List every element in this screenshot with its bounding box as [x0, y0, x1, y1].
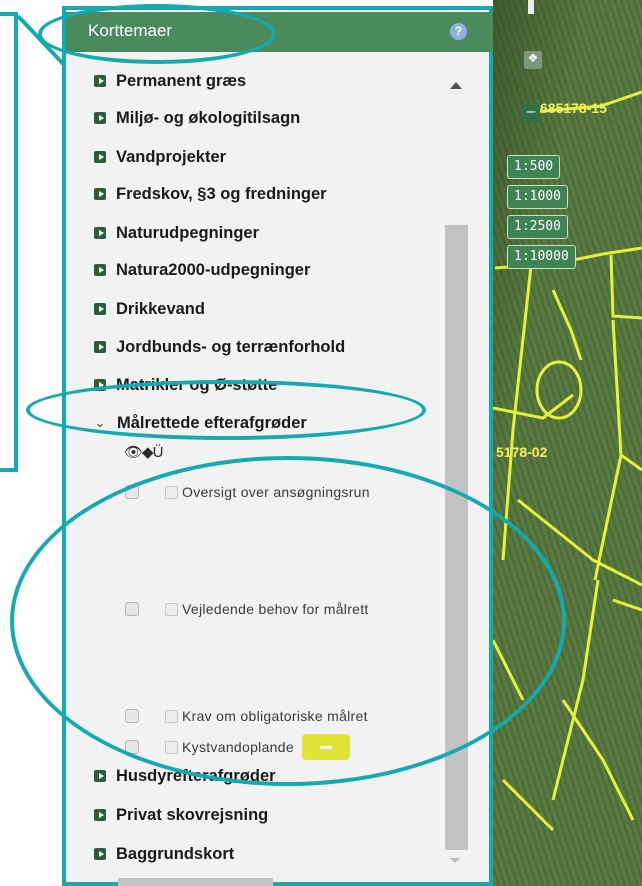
zoom-out-button[interactable]: –	[522, 104, 540, 122]
parcel-label: 685178-15	[540, 100, 607, 116]
layer-label: Baggrundskort	[116, 844, 235, 863]
layer-label: Drikkevand	[116, 299, 205, 318]
map-layers-icon[interactable]: ❖	[524, 51, 542, 69]
layer-miljo[interactable]: Miljø- og økologitilsagn	[94, 106, 300, 130]
scale-button[interactable]: 1:2500	[507, 215, 568, 239]
expand-icon[interactable]	[94, 188, 106, 200]
north-arrow-icon	[528, 0, 534, 14]
expand-icon[interactable]	[94, 75, 106, 87]
scale-button[interactable]: 1:1000	[507, 185, 568, 209]
scroll-up-icon[interactable]	[450, 82, 462, 89]
layer-label: Jordbunds- og terrænforhold	[116, 337, 346, 356]
layer-label: Natura2000-udpegninger	[116, 260, 311, 279]
layer-privat-skovrejsning[interactable]: Privat skovrejsning	[94, 803, 268, 827]
layer-fredskov[interactable]: Fredskov, §3 og fredninger	[94, 182, 327, 206]
parcel-label: 5178-02	[496, 444, 548, 460]
layer-naturudpegninger[interactable]: Naturudpegninger	[94, 221, 259, 245]
expand-icon[interactable]	[94, 227, 106, 239]
layer-permanent-graes[interactable]: Permanent græs	[94, 69, 246, 93]
expand-icon[interactable]	[94, 770, 106, 782]
layer-label: Vandprojekter	[116, 147, 227, 166]
layer-baggrundskort[interactable]: Baggrundskort	[94, 842, 234, 866]
expand-icon[interactable]	[94, 264, 106, 276]
field-outlines	[493, 90, 642, 832]
help-icon[interactable]: ?	[450, 23, 467, 40]
annotation-ellipse-sublayers	[10, 456, 566, 786]
layer-label: Naturudpegninger	[116, 223, 259, 242]
expand-icon[interactable]	[94, 809, 106, 821]
layer-label: Privat skovrejsning	[116, 805, 269, 824]
layer-drikkevand[interactable]: Drikkevand	[94, 297, 205, 321]
annotation-ellipse-layer	[26, 380, 426, 440]
horizontal-scrollbar-thumb[interactable]	[118, 878, 273, 886]
layer-label: Miljø- og økologitilsagn	[116, 108, 301, 127]
layer-label: Fredskov, §3 og fredninger	[116, 184, 327, 203]
expand-icon[interactable]	[94, 151, 106, 163]
expand-icon[interactable]	[94, 112, 106, 124]
layer-natura2000[interactable]: Natura2000-udpegninger	[94, 258, 310, 282]
expand-icon[interactable]	[94, 848, 106, 860]
layer-vandprojekter[interactable]: Vandprojekter	[94, 145, 226, 169]
sublayer-header-icons: 👁◆Ü	[124, 444, 163, 461]
scroll-down-icon[interactable]	[450, 858, 460, 863]
annotation-ellipse-header	[38, 4, 276, 64]
layer-jordbunds[interactable]: Jordbunds- og terrænforhold	[94, 335, 345, 359]
map-view[interactable]	[493, 0, 642, 886]
scale-button[interactable]: 1:500	[507, 155, 561, 179]
scale-button[interactable]: 1:10000	[507, 245, 576, 269]
expand-icon[interactable]	[94, 303, 106, 315]
expand-icon[interactable]	[94, 341, 106, 353]
layer-label: Permanent græs	[116, 71, 247, 90]
